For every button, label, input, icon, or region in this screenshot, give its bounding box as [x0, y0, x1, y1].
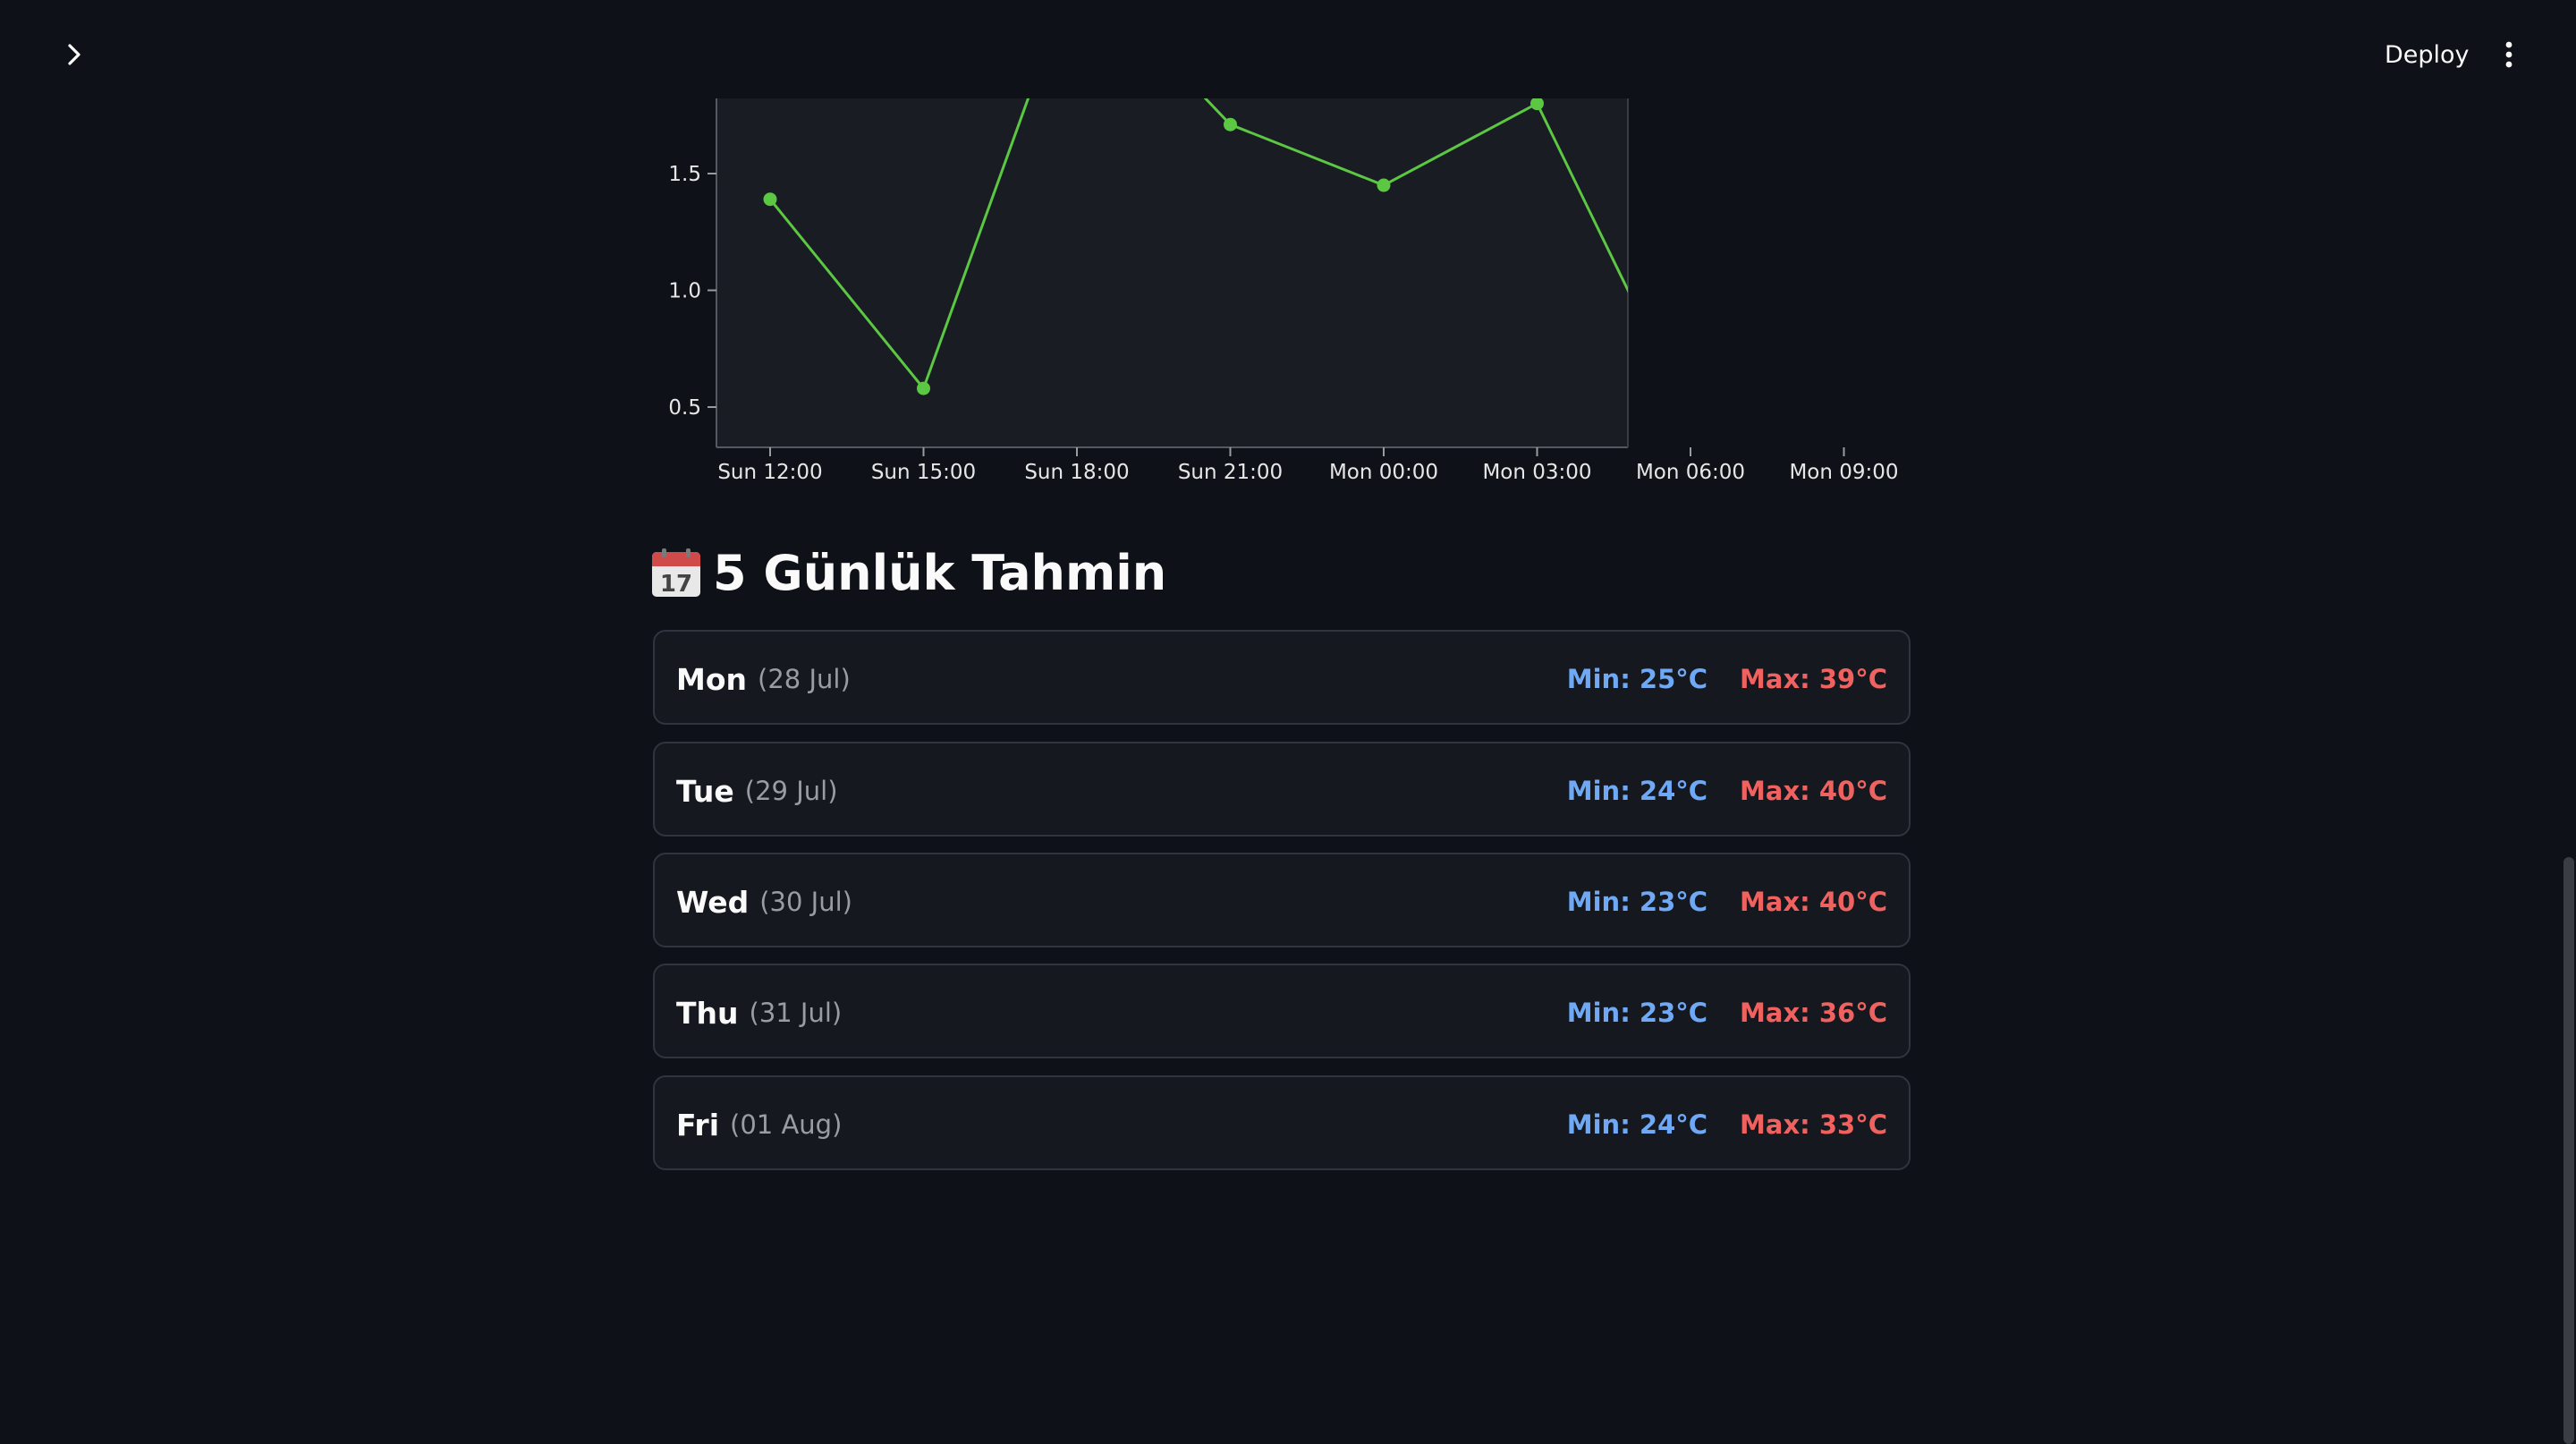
expand-sidebar-button[interactable] — [55, 36, 93, 73]
day-name-row: Thu (31 Jul) — [676, 965, 842, 1060]
data-point[interactable] — [1684, 412, 1698, 426]
more-vertical-icon — [2505, 41, 2512, 68]
y-tick-label: 1.0 — [668, 280, 701, 303]
max-temp: Max: 40°C — [1740, 887, 1887, 917]
forecast-title: 5 Günlük Tahmin — [713, 544, 1167, 601]
day-name: Fri — [676, 1107, 720, 1142]
data-point[interactable] — [763, 192, 777, 207]
data-point[interactable] — [1224, 117, 1237, 132]
scrollbar-thumb[interactable] — [2563, 857, 2574, 1444]
day-name-row: Wed (30 Jul) — [676, 854, 852, 949]
x-tick-label: Sun 21:00 — [1178, 461, 1283, 484]
min-temp: Min: 25°C — [1566, 664, 1708, 694]
y-tick-group: 0.5 1.0 1.5 — [668, 163, 716, 420]
day-date: (01 Aug) — [730, 1109, 843, 1140]
x-tick-label: Sun 12:00 — [717, 461, 822, 484]
day-date: (28 Jul) — [758, 664, 851, 694]
forecast-day-card: Mon (28 Jul) Min: 25°C Max: 39°C — [653, 630, 1911, 725]
x-tick-label: Mon 00:00 — [1329, 461, 1438, 484]
day-date: (31 Jul) — [749, 998, 843, 1028]
x-tick-label: Mon 09:00 — [1789, 461, 1898, 484]
forecast-day-card: Thu (31 Jul) Min: 23°C Max: 36°C — [653, 964, 1911, 1058]
temp-range: Min: 25°C Max: 39°C — [1567, 632, 1887, 726]
x-tick-group: Sun 12:00 Sun 15:00 Sun 18:00 Sun 21:00 Mon … — [717, 447, 1899, 484]
calendar-icon: 17 — [652, 548, 700, 598]
x-tick-label: Sun 18:00 — [1024, 461, 1129, 484]
min-temp: Min: 23°C — [1566, 998, 1708, 1028]
deploy-button[interactable]: Deploy — [2370, 32, 2484, 77]
temp-range: Min: 23°C Max: 40°C — [1567, 854, 1887, 949]
main-menu-button[interactable] — [2488, 34, 2529, 75]
forecast-day-card: Wed (30 Jul) Min: 23°C Max: 40°C — [653, 853, 1911, 947]
x-tick-label: Mon 03:00 — [1482, 461, 1591, 484]
plot-area — [716, 98, 1628, 447]
max-temp: Max: 39°C — [1740, 664, 1887, 694]
forecast-day-card: Fri (01 Aug) Min: 24°C Max: 33°C — [653, 1075, 1911, 1170]
day-name-row: Tue (29 Jul) — [676, 743, 838, 838]
forecast-day-card: Tue (29 Jul) Min: 24°C Max: 40°C — [653, 742, 1911, 837]
chevron-right-icon — [68, 44, 80, 65]
svg-text:17: 17 — [660, 571, 692, 598]
temp-range: Min: 24°C Max: 40°C — [1567, 743, 1887, 838]
x-tick-label: Sun 15:00 — [871, 461, 976, 484]
min-temp: Min: 23°C — [1566, 887, 1708, 917]
data-point[interactable] — [1530, 97, 1544, 111]
app-header: Deploy — [0, 0, 2576, 98]
day-date: (30 Jul) — [759, 887, 852, 917]
y-tick-label: 0.5 — [668, 396, 701, 420]
data-point[interactable] — [1377, 178, 1391, 192]
forecast-heading: 17 5 Günlük Tahmin — [650, 537, 1166, 608]
temp-range: Min: 23°C Max: 36°C — [1567, 965, 1887, 1060]
data-point[interactable] — [1837, 379, 1851, 393]
max-temp: Max: 36°C — [1740, 998, 1887, 1028]
data-point[interactable] — [917, 381, 930, 395]
temp-range: Min: 24°C Max: 33°C — [1567, 1077, 1887, 1172]
min-temp: Min: 24°C — [1566, 1109, 1708, 1140]
day-date: (29 Jul) — [744, 776, 838, 806]
max-temp: Max: 33°C — [1740, 1109, 1887, 1140]
day-name: Tue — [676, 773, 734, 809]
min-temp: Min: 24°C — [1566, 776, 1708, 806]
x-tick-label: Mon 06:00 — [1636, 461, 1745, 484]
day-name: Thu — [676, 995, 739, 1031]
y-tick-label: 1.5 — [668, 163, 701, 186]
day-name: Wed — [676, 884, 750, 920]
day-name-row: Mon (28 Jul) — [676, 632, 851, 726]
day-name: Mon — [676, 661, 748, 697]
day-name-row: Fri (01 Aug) — [676, 1077, 842, 1172]
max-temp: Max: 40°C — [1740, 776, 1887, 806]
